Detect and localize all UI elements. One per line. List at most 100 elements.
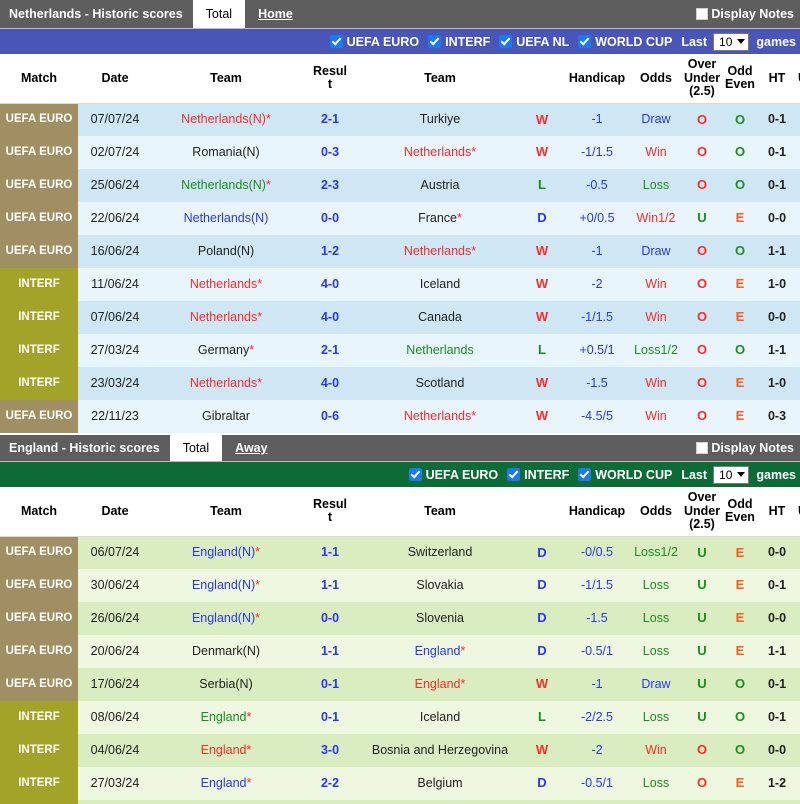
home-team[interactable]: Netherlands(N) xyxy=(152,202,300,235)
away-team[interactable]: Bosnia and Herzegovina xyxy=(360,734,520,767)
away-team[interactable]: England* xyxy=(360,668,520,701)
league-badge[interactable]: UEFA EURO xyxy=(0,103,78,136)
league-badge[interactable]: INTERF xyxy=(0,334,78,367)
home-team[interactable]: England(N)* xyxy=(152,602,300,635)
panel1-games-count-select[interactable]: 10 xyxy=(713,32,750,51)
panel1-filter-world-cup[interactable]: WORLD CUP xyxy=(578,35,672,49)
col-header-result[interactable]: Resul t xyxy=(300,54,360,104)
col-header-match[interactable]: Match xyxy=(0,54,78,104)
checkbox-checked-icon[interactable] xyxy=(578,35,592,48)
home-team[interactable]: England* xyxy=(152,734,300,767)
home-team[interactable]: England(N)* xyxy=(152,536,300,569)
away-team[interactable]: Turkiye xyxy=(360,103,520,136)
league-badge[interactable]: UEFA EURO xyxy=(0,400,78,433)
panel1-tab-total[interactable]: Total xyxy=(192,0,246,28)
table-row[interactable]: INTERF 07/06/24 Netherlands* 4-0 Canada W -1/1… xyxy=(0,301,800,334)
table-row[interactable]: UEFA EURO 07/07/24 Netherlands(N)* 2-1 Turki… xyxy=(0,103,800,136)
panel2-filter-uefa-euro[interactable]: UEFA EURO xyxy=(408,468,498,482)
away-team[interactable]: Slovenia xyxy=(360,602,520,635)
checkbox-icon-display-notes-2[interactable] xyxy=(696,442,709,454)
table-row[interactable]: UEFA EURO 26/06/24 England(N)* 0-0 Slovenia D… xyxy=(0,602,800,635)
away-team[interactable]: Canada xyxy=(360,301,520,334)
chevron-down-icon[interactable] xyxy=(737,472,746,477)
col-header-date[interactable]: Date xyxy=(78,487,152,537)
table-row[interactable]: INTERF 27/03/24 England* 2-2 Belgium D -0.5/1 L… xyxy=(0,767,800,800)
away-team[interactable]: Netherlands xyxy=(360,334,520,367)
home-team[interactable]: England* xyxy=(152,800,300,804)
table-row[interactable]: UEFA EURO 06/07/24 England(N)* 1-1 Switzerla… xyxy=(0,536,800,569)
home-team[interactable]: Poland(N) xyxy=(152,235,300,268)
home-team[interactable]: Denmark(N) xyxy=(152,635,300,668)
checkbox-checked-icon[interactable] xyxy=(428,35,442,48)
league-badge[interactable]: UEFA EURO xyxy=(0,635,78,668)
home-team[interactable]: Gibraltar xyxy=(152,400,300,433)
away-team[interactable]: Netherlands* xyxy=(360,136,520,169)
col-header-ht[interactable]: HT xyxy=(758,54,796,104)
col-header-team2[interactable]: Team xyxy=(360,487,520,537)
home-team[interactable]: Netherlands(N)* xyxy=(152,169,300,202)
table-row[interactable]: UEFA EURO 02/07/24 Romania(N) 0-3 Netherland… xyxy=(0,136,800,169)
col-header-odds[interactable]: Odds xyxy=(630,487,682,537)
col-header-ht[interactable]: HT xyxy=(758,487,796,537)
table-row[interactable]: UEFA EURO 22/11/23 Gibraltar 0-6 Netherlands… xyxy=(0,400,800,433)
away-team[interactable]: Brazil xyxy=(360,800,520,804)
panel2-filter-interf[interactable]: INTERF xyxy=(507,468,569,482)
checkbox-checked-icon[interactable] xyxy=(408,468,422,481)
panel2-tab-total[interactable]: Total xyxy=(169,435,223,461)
league-badge[interactable]: INTERF xyxy=(0,268,78,301)
table-row[interactable]: UEFA EURO 16/06/24 Poland(N) 1-2 Netherlands… xyxy=(0,235,800,268)
panel2-filter-world-cup[interactable]: WORLD CUP xyxy=(578,468,672,482)
col-header-match[interactable]: Match xyxy=(0,487,78,537)
away-team[interactable]: Austria xyxy=(360,169,520,202)
league-badge[interactable]: UEFA EURO xyxy=(0,169,78,202)
home-team[interactable]: England* xyxy=(152,767,300,800)
home-team[interactable]: Serbia(N) xyxy=(152,668,300,701)
home-team[interactable]: England* xyxy=(152,701,300,734)
col-header-handicap[interactable]: Handicap xyxy=(564,54,630,104)
away-team[interactable]: Slovakia xyxy=(360,569,520,602)
panel2-tab-away[interactable]: Away xyxy=(222,435,280,461)
league-badge[interactable]: UEFA EURO xyxy=(0,602,78,635)
table-row[interactable]: INTERF 23/03/24 Netherlands* 4-0 Scotland W -1… xyxy=(0,367,800,400)
home-team[interactable]: Germany* xyxy=(152,334,300,367)
col-header-odd-even[interactable]: Odd Even xyxy=(722,487,758,537)
home-team[interactable]: England(N)* xyxy=(152,569,300,602)
table-row[interactable]: UEFA EURO 20/06/24 Denmark(N) 1-1 England* D -… xyxy=(0,635,800,668)
panel2-games-count-select[interactable]: 10 xyxy=(713,465,750,484)
col-header-over-under-075[interactable]: Over Under (0.75) xyxy=(796,54,800,104)
table-row[interactable]: INTERF 11/06/24 Netherlands* 4-0 Iceland W -2 W… xyxy=(0,268,800,301)
col-header-team1[interactable]: Team xyxy=(152,54,300,104)
home-team[interactable]: Netherlands* xyxy=(152,301,300,334)
col-header-odd-even[interactable]: Odd Even xyxy=(722,54,758,104)
home-team[interactable]: Netherlands* xyxy=(152,367,300,400)
col-header-over-under-075[interactable]: Over Under (0.75) xyxy=(796,487,800,537)
checkbox-checked-icon[interactable] xyxy=(499,35,513,48)
league-badge[interactable]: INTERF xyxy=(0,367,78,400)
col-header-result[interactable]: Resul t xyxy=(300,487,360,537)
col-header-date[interactable]: Date xyxy=(78,54,152,104)
col-header-over-under-25[interactable]: Over Under (2.5) xyxy=(682,487,722,537)
panel1-display-notes-toggle[interactable]: Display Notes xyxy=(696,0,800,28)
away-team[interactable]: France* xyxy=(360,202,520,235)
panel1-tab-home[interactable]: Home xyxy=(245,0,306,28)
table-row[interactable]: UEFA EURO 22/06/24 Netherlands(N) 0-0 France… xyxy=(0,202,800,235)
league-badge[interactable]: UEFA EURO xyxy=(0,668,78,701)
home-team[interactable]: Romania(N) xyxy=(152,136,300,169)
away-team[interactable]: Scotland xyxy=(360,367,520,400)
league-badge[interactable]: INTERF xyxy=(0,734,78,767)
panel1-filter-uefa-nl[interactable]: UEFA NL xyxy=(499,35,569,49)
league-badge[interactable]: UEFA EURO xyxy=(0,235,78,268)
col-header-odds[interactable]: Odds xyxy=(630,54,682,104)
checkbox-icon-display-notes-1[interactable] xyxy=(696,8,709,20)
panel2-display-notes-toggle[interactable]: Display Notes xyxy=(696,435,800,461)
panel1-filter-uefa-euro[interactable]: UEFA EURO xyxy=(329,35,419,49)
away-team[interactable]: Netherlands* xyxy=(360,235,520,268)
league-badge[interactable]: INTERF xyxy=(0,767,78,800)
away-team[interactable]: Iceland xyxy=(360,701,520,734)
checkbox-checked-icon[interactable] xyxy=(329,35,343,48)
col-header-handicap[interactable]: Handicap xyxy=(564,487,630,537)
table-row[interactable]: UEFA EURO 30/06/24 England(N)* 1-1 Slovakia D… xyxy=(0,569,800,602)
table-row[interactable]: UEFA EURO 17/06/24 Serbia(N) 0-1 England* W -1… xyxy=(0,668,800,701)
away-team[interactable]: Netherlands* xyxy=(360,400,520,433)
checkbox-checked-icon[interactable] xyxy=(578,468,592,481)
